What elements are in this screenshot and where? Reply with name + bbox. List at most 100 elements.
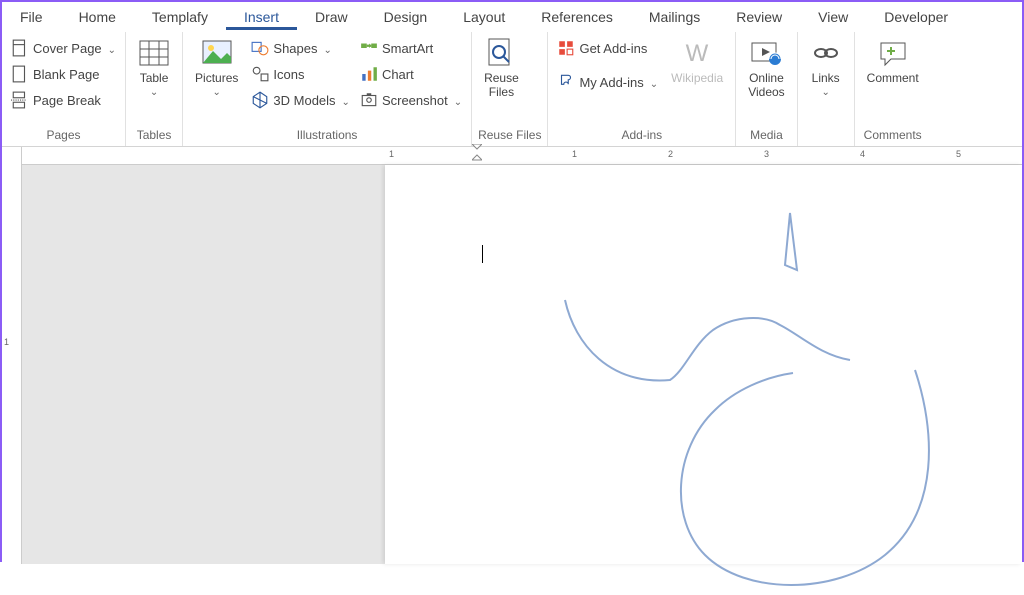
3d-models-button[interactable]: 3D Models	[248, 87, 353, 113]
addins-icon	[557, 73, 575, 91]
tab-mailings[interactable]: Mailings	[631, 4, 718, 30]
hruler-tick: 4	[860, 149, 865, 159]
cover-page-button[interactable]: Cover Page	[8, 35, 119, 61]
smartart-label: SmartArt	[382, 41, 433, 56]
document-page[interactable]	[385, 165, 1022, 564]
video-icon	[750, 37, 782, 69]
vruler-tick: 1	[4, 337, 9, 347]
comment-label: Comment	[867, 71, 919, 85]
tab-file[interactable]: File	[2, 4, 61, 30]
ribbon-tabs: File Home Templafy Insert Draw Design La…	[2, 2, 1022, 32]
horizontal-ruler[interactable]: 1 1 2 3 4 5	[22, 147, 1022, 165]
wikipedia-button[interactable]: W Wikipedia	[665, 35, 729, 87]
blank-page-button[interactable]: Blank Page	[8, 61, 119, 87]
page-break-button[interactable]: Page Break	[8, 87, 119, 113]
3d-models-label: 3D Models	[273, 93, 335, 108]
table-label: Table	[140, 71, 169, 85]
shapes-button[interactable]: Shapes	[248, 35, 353, 61]
group-comments-label: Comments	[861, 126, 925, 146]
hruler-tick: 2	[668, 149, 673, 159]
group-links-label	[804, 140, 848, 146]
smartart-button[interactable]: SmartArt	[357, 35, 465, 61]
my-addins-button[interactable]: My Add-ins	[554, 69, 661, 95]
group-tables-label: Tables	[132, 126, 176, 146]
hruler-tick: 1	[572, 149, 577, 159]
smartart-icon	[360, 39, 378, 57]
chevron-down-icon	[213, 87, 221, 98]
group-reuse-files-label: Reuse Files	[478, 126, 541, 146]
chart-icon	[360, 65, 378, 83]
group-comments: Comment Comments	[855, 32, 931, 146]
tab-home[interactable]: Home	[61, 4, 134, 30]
freehand-drawing[interactable]	[435, 195, 995, 595]
my-addins-label: My Add-ins	[579, 75, 643, 90]
online-videos-button[interactable]: Online Videos	[742, 35, 790, 102]
reuse-files-icon	[485, 37, 517, 69]
reuse-files-button[interactable]: Reuse Files	[478, 35, 525, 102]
group-tables: Table Tables	[126, 32, 183, 146]
cover-page-label: Cover Page	[33, 41, 102, 56]
shapes-icon	[251, 39, 269, 57]
page-break-label: Page Break	[33, 93, 101, 108]
chevron-down-icon	[648, 75, 658, 90]
wikipedia-label: Wikipedia	[671, 71, 723, 85]
tab-view[interactable]: View	[800, 4, 866, 30]
screenshot-button[interactable]: Screenshot	[357, 87, 465, 113]
table-button[interactable]: Table	[132, 35, 176, 100]
tab-design[interactable]: Design	[366, 4, 446, 30]
chevron-down-icon	[322, 41, 332, 56]
group-media: Online Videos Media	[736, 32, 797, 146]
shapes-label: Shapes	[273, 41, 317, 56]
vertical-ruler[interactable]: 1	[2, 147, 22, 564]
hruler-tick: 5	[956, 149, 961, 159]
chevron-down-icon	[106, 41, 116, 56]
chart-button[interactable]: Chart	[357, 61, 465, 87]
group-illustrations: Pictures Shapes Icons 3D Models	[183, 32, 472, 146]
chevron-down-icon	[452, 93, 462, 108]
screenshot-icon	[360, 91, 378, 109]
tab-references[interactable]: References	[523, 4, 631, 30]
table-icon	[138, 37, 170, 69]
workspace: 1 1 1 2 3 4 5	[2, 147, 1022, 564]
hruler-start: 1	[389, 149, 394, 159]
chevron-down-icon	[340, 93, 350, 108]
comment-icon	[877, 37, 909, 69]
chevron-down-icon	[821, 87, 829, 98]
icons-icon	[251, 65, 269, 83]
ribbon: Cover Page Blank Page Page Break Pages T…	[2, 32, 1022, 147]
3d-models-icon	[251, 91, 269, 109]
page-break-icon	[11, 91, 29, 109]
document-area	[22, 165, 1022, 564]
group-media-label: Media	[742, 126, 790, 146]
wikipedia-icon: W	[681, 37, 713, 69]
get-addins-button[interactable]: Get Add-ins	[554, 35, 661, 61]
get-addins-label: Get Add-ins	[579, 41, 647, 56]
pictures-button[interactable]: Pictures	[189, 35, 244, 100]
online-videos-label: Online Videos	[748, 71, 784, 100]
blank-page-icon	[11, 65, 29, 83]
tab-draw[interactable]: Draw	[297, 4, 366, 30]
tab-templafy[interactable]: Templafy	[134, 4, 226, 30]
links-label: Links	[812, 71, 840, 85]
blank-page-label: Blank Page	[33, 67, 100, 82]
cover-page-icon	[11, 39, 29, 57]
link-icon	[810, 37, 842, 69]
reuse-files-label: Reuse Files	[484, 71, 519, 100]
comment-button[interactable]: Comment	[861, 35, 925, 87]
tab-review[interactable]: Review	[718, 4, 800, 30]
tab-insert[interactable]: Insert	[226, 4, 297, 30]
icons-button[interactable]: Icons	[248, 61, 353, 87]
group-reuse-files: Reuse Files Reuse Files	[472, 32, 548, 146]
icons-label: Icons	[273, 67, 304, 82]
chevron-down-icon	[150, 87, 158, 98]
group-addins: Get Add-ins My Add-ins W Wikipedia Add-i…	[548, 32, 736, 146]
links-button[interactable]: Links	[804, 35, 848, 100]
pictures-label: Pictures	[195, 71, 238, 85]
tab-layout[interactable]: Layout	[445, 4, 523, 30]
screenshot-label: Screenshot	[382, 93, 448, 108]
hruler-tick: 3	[764, 149, 769, 159]
group-pages-label: Pages	[8, 126, 119, 146]
tab-developer[interactable]: Developer	[866, 4, 966, 30]
margin-indicator-icon[interactable]	[472, 144, 482, 154]
store-icon	[557, 39, 575, 57]
